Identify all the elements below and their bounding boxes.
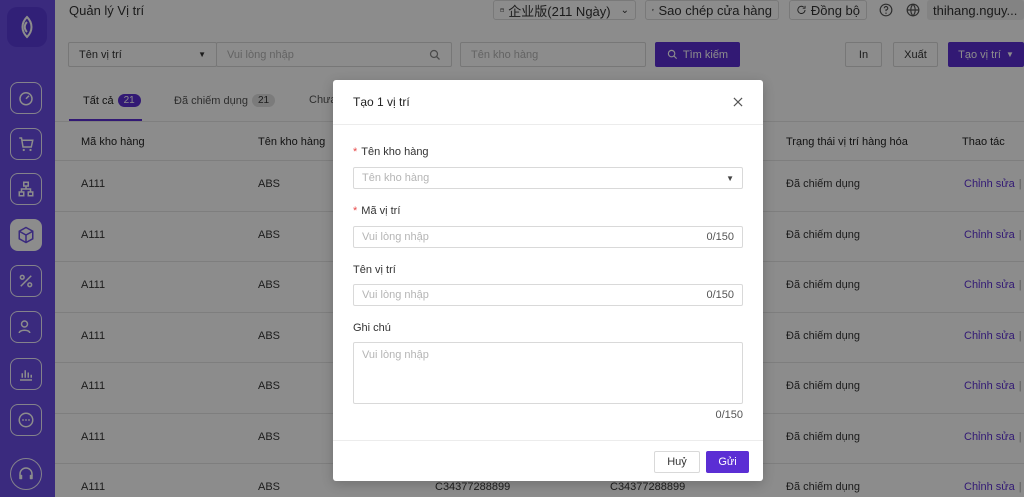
required-mark: *	[353, 205, 358, 217]
create-location-dialog: Tạo 1 vị trí * Tên kho hàng Tên kho hàng …	[333, 80, 763, 481]
submit-button[interactable]: Gửi	[706, 451, 749, 473]
location-code-placeholder: Vui lòng nhập	[362, 231, 429, 243]
caret-down-icon: ▼	[726, 173, 734, 183]
location-name-counter: 0/150	[706, 289, 734, 301]
dialog-header: Tạo 1 vị trí	[333, 80, 763, 125]
location-code-label: * Mã vị trí	[353, 205, 401, 217]
note-label: Ghi chú	[353, 322, 391, 334]
close-icon[interactable]	[731, 95, 745, 109]
location-name-placeholder: Vui lòng nhập	[362, 289, 429, 301]
location-code-input[interactable]: Vui lòng nhập 0/150	[353, 226, 743, 248]
dialog-footer: Huỷ Gửi	[333, 440, 763, 481]
dialog-title: Tạo 1 vị trí	[353, 95, 410, 109]
warehouse-name-select[interactable]: Tên kho hàng ▼	[353, 167, 743, 189]
note-counter: 0/150	[715, 409, 743, 421]
note-placeholder: Vui lòng nhập	[362, 349, 429, 361]
cancel-button[interactable]: Huỷ	[654, 451, 700, 473]
location-code-counter: 0/150	[706, 231, 734, 243]
note-textarea[interactable]: Vui lòng nhập	[353, 342, 743, 404]
location-name-input[interactable]: Vui lòng nhập 0/150	[353, 284, 743, 306]
warehouse-name-label: * Tên kho hàng	[353, 146, 429, 158]
required-mark: *	[353, 146, 358, 158]
location-name-label: Tên vị trí	[353, 264, 396, 276]
warehouse-name-placeholder: Tên kho hàng	[362, 172, 430, 184]
